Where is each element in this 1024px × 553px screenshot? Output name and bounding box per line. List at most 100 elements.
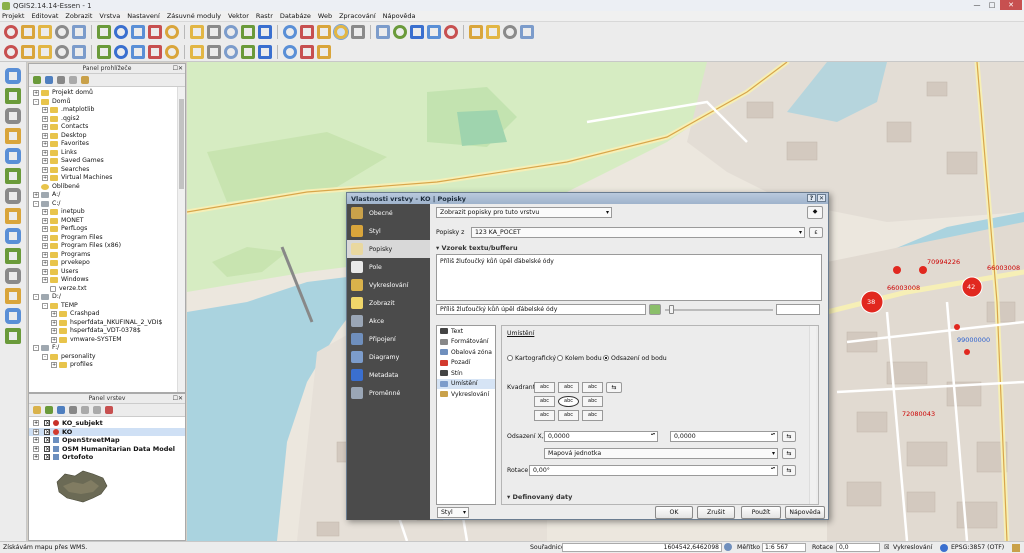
collapse-icon[interactable]: - (33, 200, 39, 207)
scale-field[interactable]: 1:6 567 (762, 543, 806, 552)
menu-web[interactable]: Web (318, 12, 332, 20)
quadrant-button[interactable]: abc (534, 410, 555, 421)
refresh-icon[interactable] (317, 25, 331, 39)
dialog-nav-item[interactable]: Popisky (347, 240, 430, 258)
menu-zpracovani[interactable]: Zpracování (339, 12, 376, 20)
browser-tree-item[interactable]: + Program Files (x86) (29, 242, 185, 251)
measure-icon[interactable] (351, 25, 365, 39)
filter-icon[interactable] (57, 76, 65, 84)
quadrant-button[interactable]: abc (558, 396, 579, 407)
browser-tree-item[interactable]: + Saved Games (29, 157, 185, 166)
browser-tree-item[interactable]: + .qgis2 (29, 115, 185, 124)
refresh-icon[interactable] (45, 76, 53, 84)
zoom-selection-icon[interactable] (224, 25, 238, 39)
radio-around-point[interactable]: Kolem bodu (557, 355, 602, 362)
layer-item[interactable]: + ✕ Ortofoto (29, 453, 185, 462)
rotate-label-icon[interactable] (258, 45, 272, 59)
coordinate-field[interactable]: 1604542,6462098 (562, 543, 722, 552)
browser-tree-item[interactable]: verze.txt (29, 285, 185, 294)
expand-icon[interactable]: + (33, 437, 39, 444)
style-menu-button[interactable]: Styl (437, 507, 469, 518)
browser-tree-item[interactable]: + Projekt domů (29, 89, 185, 98)
expand-icon[interactable]: + (42, 277, 48, 284)
expand-icon[interactable]: + (33, 428, 39, 435)
collapse-icon[interactable]: - (42, 353, 48, 360)
browser-tree-item[interactable]: - personality (29, 353, 185, 362)
dialog-close-button[interactable]: ✕ (817, 194, 826, 202)
messages-icon[interactable] (1012, 544, 1020, 552)
add-mssql-icon[interactable] (5, 148, 21, 164)
rotation-data-defined-icon[interactable]: ⇆ (782, 465, 796, 476)
expand-icon[interactable]: + (51, 319, 57, 326)
expand-icon[interactable]: + (42, 234, 48, 241)
preview-background-color[interactable] (776, 304, 820, 315)
radio-offset-from-point[interactable]: Odsazení od bodu (603, 355, 667, 362)
change-label-icon[interactable] (283, 45, 297, 59)
offset-x-input[interactable]: 0,0000 (544, 431, 658, 442)
dialog-nav-item[interactable]: Vykreslování (347, 276, 430, 294)
menu-vrstva[interactable]: Vrstva (99, 12, 120, 20)
menu-vektor[interactable]: Vektor (228, 12, 249, 20)
layer-visibility-checkbox[interactable]: ✕ (44, 420, 50, 427)
browser-tree-item[interactable]: + Links (29, 149, 185, 158)
expand-icon[interactable]: + (51, 311, 57, 318)
menu-projekt[interactable]: Projekt (2, 12, 24, 20)
help-icon[interactable] (520, 25, 534, 39)
crs-status[interactable]: EPSG:3857 (OTF) (951, 544, 1004, 551)
label-field-select[interactable]: 123 KA_POCET (471, 227, 805, 238)
browser-tree-item[interactable]: + inetpub (29, 208, 185, 217)
offset-units-select[interactable]: Mapová jednotka (544, 448, 778, 459)
browser-tree-item[interactable]: - Domů (29, 98, 185, 107)
browser-tree-item[interactable]: - D:/ (29, 293, 185, 302)
label-mode-select[interactable]: Zobrazit popisky pro tuto vrstvu (436, 207, 612, 218)
expand-icon[interactable]: + (42, 158, 48, 165)
map-tips-icon[interactable] (503, 25, 517, 39)
add-delimited-icon[interactable] (5, 248, 21, 264)
move-label-icon[interactable] (241, 45, 255, 59)
new-temp-layer-icon[interactable] (5, 308, 21, 324)
browser-tree-item[interactable]: + Searches (29, 166, 185, 175)
zoom-next-icon[interactable] (283, 25, 297, 39)
collapse-icon[interactable]: - (42, 302, 48, 309)
browser-scrollbar[interactable] (177, 87, 185, 392)
add-spatialite-icon[interactable] (5, 128, 21, 144)
add-virtual-icon[interactable] (5, 268, 21, 284)
python-icon[interactable] (317, 45, 331, 59)
new-shapefile-icon[interactable] (5, 288, 21, 304)
browser-tree-item[interactable]: + Contacts (29, 123, 185, 132)
collapse-all-icon[interactable] (93, 406, 101, 414)
maximize-button[interactable]: □ (985, 0, 999, 10)
radio-cartographic[interactable]: Kartografický (507, 355, 556, 362)
menu-editovat[interactable]: Editovat (31, 12, 58, 20)
paste-icon[interactable] (165, 45, 179, 59)
expand-icon[interactable]: + (42, 251, 48, 258)
browser-tree-item[interactable]: - F:/ (29, 344, 185, 353)
dialog-help-button[interactable]: ? (807, 194, 816, 202)
apply-button[interactable]: Použít (741, 506, 781, 519)
menu-zobrazit[interactable]: Zobrazit (65, 12, 92, 20)
scrollbar-thumb[interactable] (179, 99, 184, 189)
expand-icon[interactable]: + (33, 90, 39, 97)
new-project-icon[interactable] (4, 25, 18, 39)
menu-napoveda[interactable]: Nápověda (383, 12, 416, 20)
browser-tree-item[interactable]: + Crashpad (29, 310, 185, 319)
label-settings-item[interactable]: Pozadí (437, 358, 495, 369)
add-vector-dropdown-icon[interactable] (5, 328, 21, 344)
expand-all-icon[interactable] (81, 406, 89, 414)
remove-layer-icon[interactable] (105, 406, 113, 414)
add-selected-icon[interactable] (33, 76, 41, 84)
preview-section-header[interactable]: ▾ Vzorek textu/bufferu (436, 244, 518, 252)
zoom-out-icon[interactable] (165, 25, 179, 39)
render-checkbox[interactable]: ☒ (884, 544, 890, 551)
expand-icon[interactable]: + (42, 132, 48, 139)
highlight-label-icon[interactable] (224, 45, 238, 59)
browser-tree-item[interactable]: + hsperfdata_VDT-0378$ (29, 327, 185, 336)
browser-tree-item[interactable]: + prvekepo (29, 259, 185, 268)
layer-item[interactable]: + ✕ OSM Humanitarian Data Model (29, 445, 185, 454)
dialog-nav-item[interactable]: Metadata (347, 366, 430, 384)
menu-databaze[interactable]: Databáze (280, 12, 311, 20)
expand-icon[interactable]: + (42, 115, 48, 122)
add-feature-icon[interactable] (55, 45, 69, 59)
copy-icon[interactable] (148, 45, 162, 59)
layer-item[interactable]: + ✕ KO_subjekt (29, 419, 185, 428)
